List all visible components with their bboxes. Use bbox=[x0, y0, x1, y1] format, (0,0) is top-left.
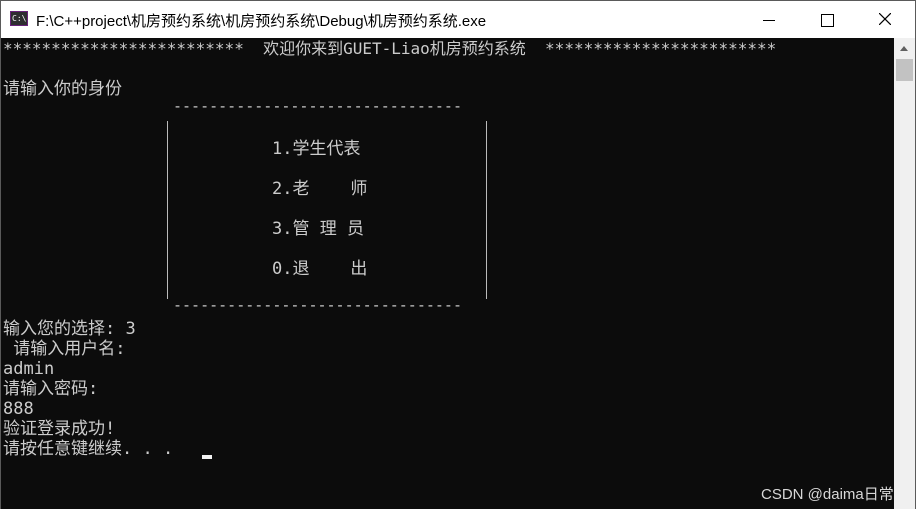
title-bar[interactable]: C:\ F:\C++project\机房预约系统\机房预约系统\Debug\机房… bbox=[1, 1, 915, 38]
console-window: C:\ F:\C++project\机房预约系统\机房预约系统\Debug\机房… bbox=[0, 0, 916, 509]
scroll-up-arrow-icon[interactable] bbox=[894, 38, 915, 58]
choice-line: 输入您的选择: 3 bbox=[3, 319, 136, 339]
menu-item-admin: 3.管 理 员 bbox=[272, 219, 364, 239]
console-app-icon[interactable]: C:\ bbox=[10, 11, 28, 26]
welcome-banner: ************************* 欢迎你来到GUET-Liao… bbox=[3, 39, 777, 58]
maximize-button[interactable] bbox=[797, 1, 857, 38]
scrollbar-thumb[interactable] bbox=[896, 59, 913, 81]
menu-frame-top: -------------------------------- bbox=[173, 97, 462, 115]
identity-prompt: 请输入你的身份 bbox=[3, 79, 122, 99]
password-value: 888 bbox=[3, 399, 34, 419]
window-title: F:\C++project\机房预约系统\机房预约系统\Debug\机房预约系统… bbox=[36, 13, 487, 30]
username-prompt: 请输入用户名: bbox=[3, 339, 126, 359]
password-prompt: 请输入密码: bbox=[3, 379, 99, 399]
press-any-key-prompt: 请按任意键继续. . . bbox=[3, 439, 174, 459]
text-cursor bbox=[202, 455, 212, 459]
menu-item-student: 1.学生代表 bbox=[272, 139, 361, 159]
menu-frame-bottom: -------------------------------- bbox=[173, 296, 462, 314]
menu-item-teacher: 2.老 师 bbox=[272, 179, 368, 199]
menu-item-exit: 0.退 出 bbox=[272, 259, 368, 279]
close-button[interactable] bbox=[855, 1, 915, 38]
watermark: CSDN @daima日常 bbox=[761, 486, 894, 503]
app-icon-glyph: C:\ bbox=[12, 14, 27, 23]
minimize-button[interactable] bbox=[739, 1, 799, 38]
menu-frame-left bbox=[167, 121, 168, 299]
username-value: admin bbox=[3, 359, 55, 379]
menu-frame-right bbox=[486, 121, 487, 299]
console-output[interactable]: ************************* 欢迎你来到GUET-Liao… bbox=[1, 38, 894, 509]
close-icon bbox=[879, 13, 891, 25]
vertical-scrollbar[interactable] bbox=[894, 38, 915, 509]
login-success-message: 验证登录成功! bbox=[3, 419, 116, 439]
